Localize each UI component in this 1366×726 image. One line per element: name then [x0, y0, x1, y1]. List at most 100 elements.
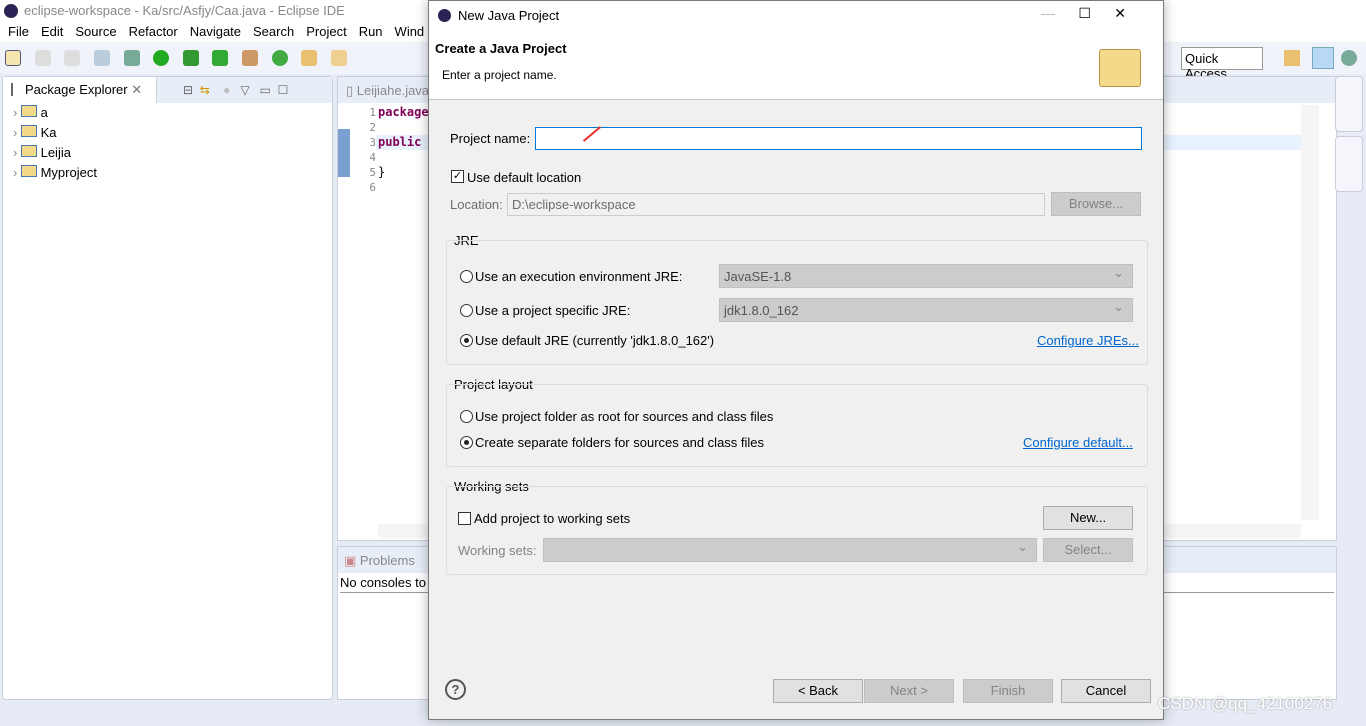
project-specific-jre-select[interactable]: jdk1.8.0_162	[719, 298, 1133, 322]
open-perspective-icon[interactable]	[1284, 50, 1300, 66]
close-button[interactable]: ✕	[1114, 5, 1126, 21]
side-trim	[1334, 76, 1364, 226]
menu-file[interactable]: File	[8, 24, 29, 39]
chevron-right-icon: ›	[13, 165, 18, 180]
new-working-set-button[interactable]: New...	[1043, 506, 1133, 530]
problems-tab[interactable]: ▣ Problems	[344, 553, 415, 569]
menu-navigate[interactable]: Navigate	[190, 24, 241, 39]
separate-folders-label: Create separate folders for sources and …	[475, 435, 765, 450]
new-class-icon[interactable]	[271, 50, 288, 66]
use-default-location-label: Use default location	[467, 170, 582, 185]
cancel-button[interactable]: Cancel	[1061, 679, 1151, 703]
new-java-project-dialog: New Java Project — ☐ ✕ Create a Java Pro…	[428, 0, 1164, 720]
editor-tab[interactable]: ▯ Leijiahe.java	[346, 83, 429, 99]
menu-window[interactable]: Wind	[395, 24, 425, 39]
project-folder-icon	[20, 125, 37, 137]
chevron-right-icon: ›	[13, 125, 18, 140]
watermark: CSDN @qq_42100276	[1158, 694, 1333, 713]
add-to-working-sets-checkbox[interactable]	[458, 512, 471, 525]
change-marker	[338, 129, 350, 177]
new-icon[interactable]	[5, 50, 21, 66]
tree-item-ka[interactable]: › Ka	[13, 125, 57, 145]
debug-perspective-icon[interactable]	[1341, 50, 1357, 66]
project-specific-jre-radio[interactable]	[460, 304, 473, 317]
location-label: Location:	[450, 197, 503, 212]
chevron-right-icon: ›	[13, 105, 18, 120]
package-icon	[11, 83, 21, 96]
dialog-heading: Create a Java Project	[435, 41, 567, 56]
execution-env-select[interactable]: JavaSE-1.8	[719, 264, 1133, 288]
project-specific-jre-label: Use a project specific JRE:	[475, 303, 631, 318]
problems-icon: ▣	[344, 553, 357, 568]
configure-default-link[interactable]: Configure default...	[1023, 435, 1133, 450]
maximize-button[interactable]: ☐	[1078, 5, 1091, 21]
tree-item-myproject[interactable]: › Myproject	[13, 165, 97, 185]
separate-folders-radio[interactable]	[460, 436, 473, 449]
collapse-all-icon[interactable]: ⊟	[183, 83, 193, 97]
menu-project[interactable]: Project	[306, 24, 346, 39]
default-jre-radio[interactable]	[460, 334, 473, 347]
eclipse-logo-icon	[438, 9, 451, 22]
menu-search[interactable]: Search	[253, 24, 294, 39]
execution-env-label: Use an execution environment JRE:	[475, 269, 683, 284]
browse-button[interactable]: Browse...	[1051, 192, 1141, 216]
dialog-header: Create a Java Project Enter a project na…	[429, 31, 1163, 100]
open-task-icon[interactable]	[330, 50, 347, 66]
maximize-icon[interactable]: ☐	[278, 83, 289, 97]
folder-wizard-icon	[1099, 49, 1141, 87]
coverage-icon[interactable]	[182, 50, 199, 66]
minimize-button[interactable]: —	[1041, 5, 1055, 21]
project-name-input[interactable]	[535, 127, 1142, 150]
skip-breakpoints-icon[interactable]	[93, 50, 110, 66]
tree-item-leijia[interactable]: › Leijia	[13, 145, 71, 165]
dialog-subheading: Enter a project name.	[442, 68, 557, 82]
link-editor-icon[interactable]: ⇆	[200, 83, 210, 97]
menu-source[interactable]: Source	[75, 24, 116, 39]
back-button[interactable]: < Back	[773, 679, 863, 703]
new-package-icon[interactable]	[242, 50, 258, 66]
minimize-icon[interactable]: ▭	[260, 83, 271, 97]
location-input[interactable]: D:\eclipse-workspace	[507, 193, 1045, 216]
menu-refactor[interactable]: Refactor	[129, 24, 178, 39]
close-icon[interactable]: ✕	[131, 82, 142, 97]
next-button[interactable]: Next >	[864, 679, 954, 703]
vertical-scrollbar[interactable]	[1301, 105, 1319, 520]
view-menu-icon[interactable]: ▽	[240, 83, 249, 97]
filter-icon[interactable]: ●	[223, 83, 230, 97]
line-numbers: 123456	[369, 106, 376, 194]
execution-env-radio[interactable]	[460, 270, 473, 283]
code-area[interactable]: package public }	[378, 105, 429, 180]
use-default-location-checkbox[interactable]: ✓	[451, 170, 464, 183]
project-root-label: Use project folder as root for sources a…	[475, 409, 774, 424]
finish-button[interactable]: Finish	[963, 679, 1053, 703]
restore-icon[interactable]	[1335, 76, 1363, 132]
project-root-radio[interactable]	[460, 410, 473, 423]
select-working-sets-button[interactable]: Select...	[1043, 538, 1133, 562]
quick-access-input[interactable]: Quick Access	[1181, 47, 1263, 81]
project-layout-group	[446, 384, 1148, 467]
project-name-label: Project name:	[450, 131, 531, 146]
run-icon[interactable]	[153, 50, 170, 66]
menu-edit[interactable]: Edit	[41, 24, 63, 39]
add-to-working-sets-label: Add project to working sets	[474, 511, 631, 526]
debug-icon[interactable]	[123, 50, 140, 66]
save-icon[interactable]	[34, 50, 51, 66]
working-sets-label: Working sets:	[458, 543, 537, 558]
eclipse-logo-icon	[4, 4, 18, 18]
default-jre-label: Use default JRE (currently 'jdk1.8.0_162…	[475, 333, 715, 348]
project-folder-icon	[20, 145, 37, 157]
menu-run[interactable]: Run	[359, 24, 383, 39]
project-folder-icon	[20, 165, 37, 177]
external-tools-icon[interactable]	[212, 50, 229, 66]
java-perspective-icon[interactable]	[1312, 47, 1334, 69]
tree-item-a[interactable]: › a	[13, 105, 48, 125]
package-explorer-tab[interactable]: Package Explorer ✕	[3, 77, 157, 103]
configure-jres-link[interactable]: Configure JREs...	[1037, 333, 1139, 348]
help-icon[interactable]: ?	[445, 679, 466, 700]
project-folder-icon	[20, 105, 37, 117]
chevron-right-icon: ›	[13, 145, 18, 160]
outline-icon[interactable]	[1335, 136, 1363, 192]
open-type-icon[interactable]	[301, 50, 318, 66]
save-all-icon[interactable]	[64, 50, 81, 66]
working-sets-select[interactable]	[543, 538, 1037, 562]
